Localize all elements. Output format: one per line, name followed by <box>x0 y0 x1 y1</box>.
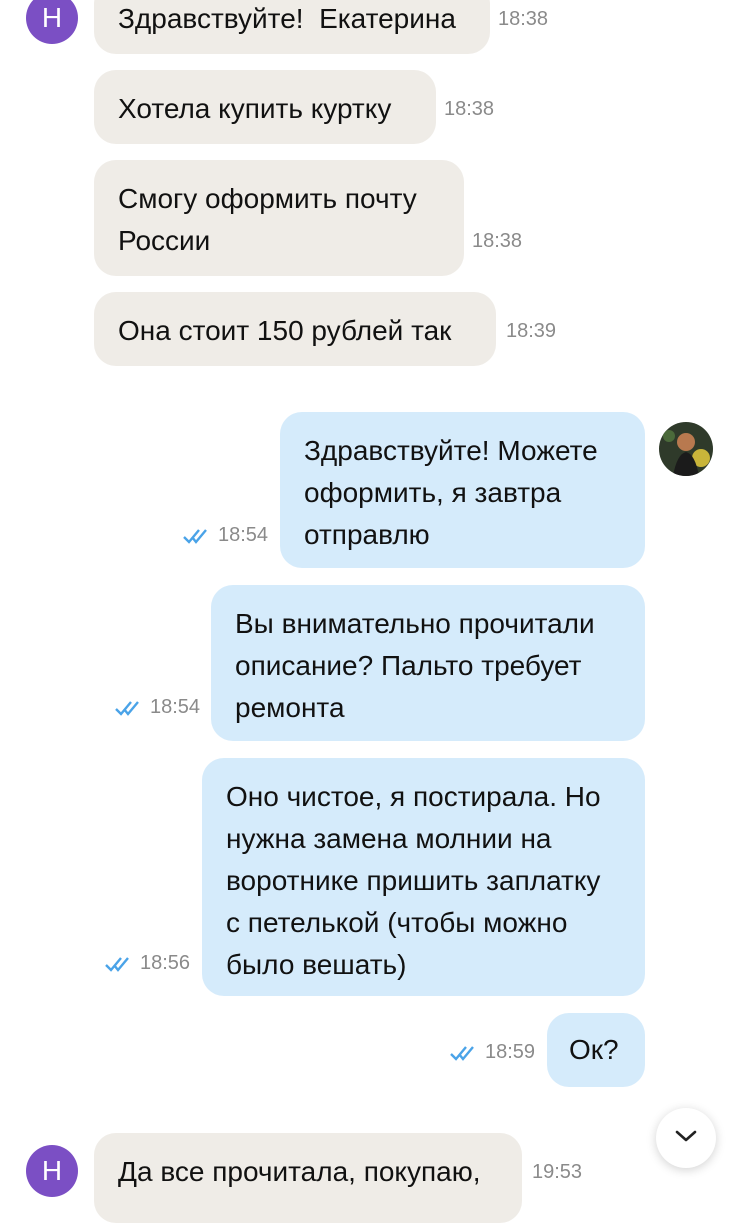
message-text: Оно чистое, я постирала. Но нужна замена… <box>226 781 601 980</box>
user-photo-avatar-icon <box>659 422 713 476</box>
message-time: 18:54 <box>114 696 200 719</box>
message-incoming[interactable]: Она стоит 150 рублей так <box>94 292 496 366</box>
double-check-icon <box>182 528 210 544</box>
chevron-down-icon <box>674 1129 698 1148</box>
message-time: 18:56 <box>104 952 190 975</box>
contact-avatar[interactable]: Н <box>26 0 78 44</box>
scroll-down-button[interactable] <box>656 1108 716 1168</box>
message-time: 18:38 <box>444 98 495 120</box>
message-text: Она стоит 150 рублей так <box>118 315 452 346</box>
double-check-icon <box>114 700 142 716</box>
message-text: Да все прочитала, покупаю, <box>118 1156 481 1187</box>
message-text: Здравствуйте! Можете оформить, я завтра … <box>304 435 598 550</box>
message-time: 19:53 <box>532 1161 583 1183</box>
contact-initial: Н <box>41 1155 63 1186</box>
user-photo-avatar[interactable] <box>659 422 713 476</box>
message-text: Смогу оформить почту России <box>118 183 417 256</box>
message-time: 18:38 <box>472 230 523 252</box>
message-text: Здравствуйте! Екатерина <box>118 3 456 34</box>
message-time: 18:59 <box>449 1041 535 1064</box>
double-check-icon <box>449 1045 477 1061</box>
message-outgoing[interactable]: Вы внимательно прочитали описание? Пальт… <box>211 585 645 741</box>
message-incoming[interactable]: Да все прочитала, покупаю, <box>94 1133 522 1223</box>
message-time: 18:38 <box>498 8 549 30</box>
message-text: Ок? <box>569 1034 619 1065</box>
message-incoming[interactable]: Здравствуйте! Екатерина <box>94 0 490 54</box>
message-text: Вы внимательно прочитали описание? Пальт… <box>235 608 595 723</box>
message-text: Хотела купить куртку <box>118 93 392 124</box>
contact-initial: Н <box>41 2 63 33</box>
contact-avatar[interactable]: Н <box>26 1145 78 1197</box>
message-incoming[interactable]: Смогу оформить почту России <box>94 160 464 276</box>
message-time: 18:39 <box>506 320 557 342</box>
message-outgoing[interactable]: Ок? <box>547 1013 645 1087</box>
message-time: 18:54 <box>182 524 268 547</box>
message-outgoing[interactable]: Здравствуйте! Можете оформить, я завтра … <box>280 412 645 568</box>
message-outgoing[interactable]: Оно чистое, я постирала. Но нужна замена… <box>202 758 645 996</box>
message-incoming[interactable]: Хотела купить куртку <box>94 70 436 144</box>
double-check-icon <box>104 956 132 972</box>
